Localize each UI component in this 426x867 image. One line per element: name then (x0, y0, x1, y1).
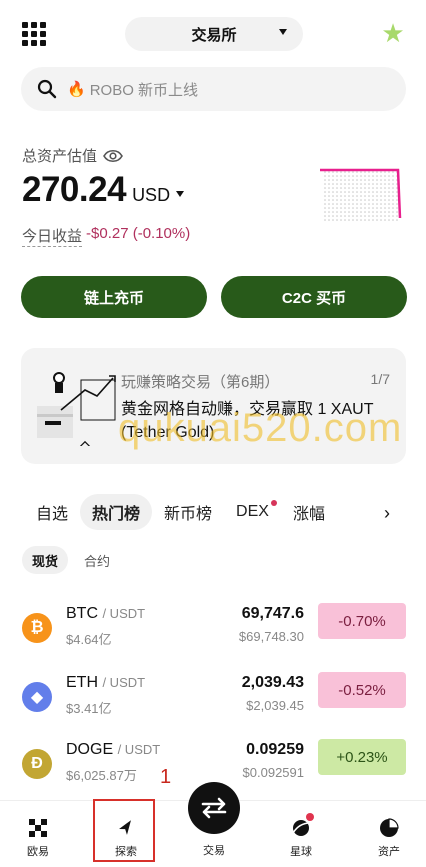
top-bar: 交易所 ★ (0, 0, 426, 70)
total-assets-value[interactable]: 270.24 USD (22, 170, 185, 210)
tab-assets[interactable]: 资产 (354, 817, 424, 859)
quote-symbol: / USDT (102, 675, 146, 690)
pair-name: ETH / USDT (66, 674, 145, 692)
pair-name: BTC / USDT (66, 605, 145, 623)
search-bar[interactable]: 🔥 ROBO 新币上线 (21, 67, 406, 111)
swap-arrows-icon (201, 797, 227, 819)
quote-symbol: / USDT (102, 606, 146, 621)
tab-trade-label: 交易 (203, 845, 225, 857)
apps-grid-icon[interactable] (22, 22, 46, 46)
okx-logo-icon (29, 819, 47, 837)
fire-icon: 🔥 (67, 81, 86, 98)
last-price: 0.09259 (246, 741, 304, 758)
total-assets-label: 总资产估值 (22, 145, 123, 166)
promo-text: 黄金网格自动赚，交易赢取 1 XAUT (Tether Gold) (121, 401, 374, 441)
tab-label: 热门榜 (92, 506, 141, 523)
pair-name: DOGE / USDT (66, 741, 160, 759)
tab-gainers[interactable]: 涨幅 (281, 494, 337, 530)
chevron-down-icon (279, 29, 287, 35)
volume: $4.64亿 (66, 632, 112, 647)
base-symbol: DOGE (66, 741, 114, 758)
fiat-price: $69,748.30 (238, 629, 304, 644)
promo-banner[interactable]: 玩赚策略交易（第6期） 1/7 黄金网格自动赚，交易赢取 1 XAUT (Tet… (21, 348, 406, 464)
base-symbol: ETH (66, 674, 98, 691)
quote-symbol: / USDT (117, 742, 161, 757)
pnl-value: -$0.27 (-0.10%) (86, 225, 191, 242)
annotation-number: 1 (160, 766, 172, 788)
tab-label: 涨幅 (292, 506, 325, 523)
ticker-row-eth[interactable]: ◆ ETH / USDT $3.41亿 2,039.43 $2,039.45 -… (22, 672, 406, 732)
total-assets-text: 总资产估值 (22, 148, 98, 165)
assets-currency: USD (132, 185, 171, 205)
assets-amount: 270.24 (22, 170, 127, 209)
last-price: 2,039.43 (241, 674, 304, 691)
today-pnl[interactable]: 今日收益 -$0.27 (-0.10%) (22, 225, 190, 247)
tab-home[interactable]: 欧易 (3, 817, 73, 859)
subtab-futures[interactable]: 合约 (74, 546, 120, 574)
doge-coin-icon: Ð (22, 749, 52, 779)
search-placeholder: ROBO 新币上线 (89, 81, 199, 99)
star-icon[interactable]: ★ (380, 20, 406, 46)
tab-new-listings[interactable]: 新币榜 (152, 494, 224, 530)
grid-trading-illustration (37, 372, 116, 446)
pie-chart-icon (380, 818, 399, 837)
fiat-price: $0.092591 (242, 765, 304, 780)
c2c-buy-button[interactable]: C2C 买币 (221, 276, 407, 318)
notification-dot (270, 500, 277, 506)
market-subtabs: 现货 合约 (22, 546, 120, 574)
tab-planet-label: 星球 (290, 846, 312, 858)
search-icon (37, 79, 57, 99)
change-badge: +0.23% (318, 739, 406, 775)
notification-dot (306, 813, 314, 821)
tab-home-label: 欧易 (27, 846, 49, 858)
exchange-switcher[interactable]: 交易所 (125, 17, 303, 51)
annotation-highlight-box (93, 799, 155, 862)
promo-title: 玩赚策略交易（第6期） (121, 374, 280, 391)
last-price: 69,747.6 (241, 605, 304, 622)
base-symbol: BTC (66, 605, 98, 622)
exchange-label: 交易所 (191, 26, 237, 44)
market-tabs: 自选 热门榜 新币榜 DEX 涨幅 (22, 492, 426, 532)
tab-favorites[interactable]: 自选 (22, 494, 80, 530)
tab-assets-label: 资产 (378, 846, 400, 858)
promo-page-indicator: 1/7 (370, 371, 390, 387)
eth-coin-icon: ◆ (22, 682, 52, 712)
change-badge: -0.52% (318, 672, 406, 708)
tab-hot[interactable]: 热门榜 (80, 494, 153, 530)
chevron-down-icon (176, 191, 185, 197)
volume: $6,025.87万 (66, 768, 137, 783)
tab-planet[interactable]: 星球 (266, 813, 336, 859)
fiat-price: $2,039.45 (246, 698, 304, 713)
subtab-spot[interactable]: 现货 (22, 546, 69, 574)
onchain-deposit-button[interactable]: 链上充币 (21, 276, 207, 318)
tab-label: 自选 (36, 506, 69, 523)
btc-coin-icon: ₿ (22, 613, 52, 643)
chevron-right-icon[interactable]: › (384, 503, 390, 524)
pnl-label: 今日收益 (22, 225, 83, 247)
tab-label: 新币榜 (164, 506, 213, 523)
volume: $3.41亿 (66, 701, 112, 716)
eye-icon[interactable] (103, 149, 123, 163)
pnl-sparkline (320, 168, 402, 223)
trade-button[interactable] (188, 782, 240, 834)
tab-dex[interactable]: DEX (224, 494, 281, 530)
ticker-row-btc[interactable]: ₿ BTC / USDT $4.64亿 69,747.6 $69,748.30 … (22, 603, 406, 663)
tab-label: DEX (236, 503, 269, 520)
change-badge: -0.70% (318, 603, 406, 639)
